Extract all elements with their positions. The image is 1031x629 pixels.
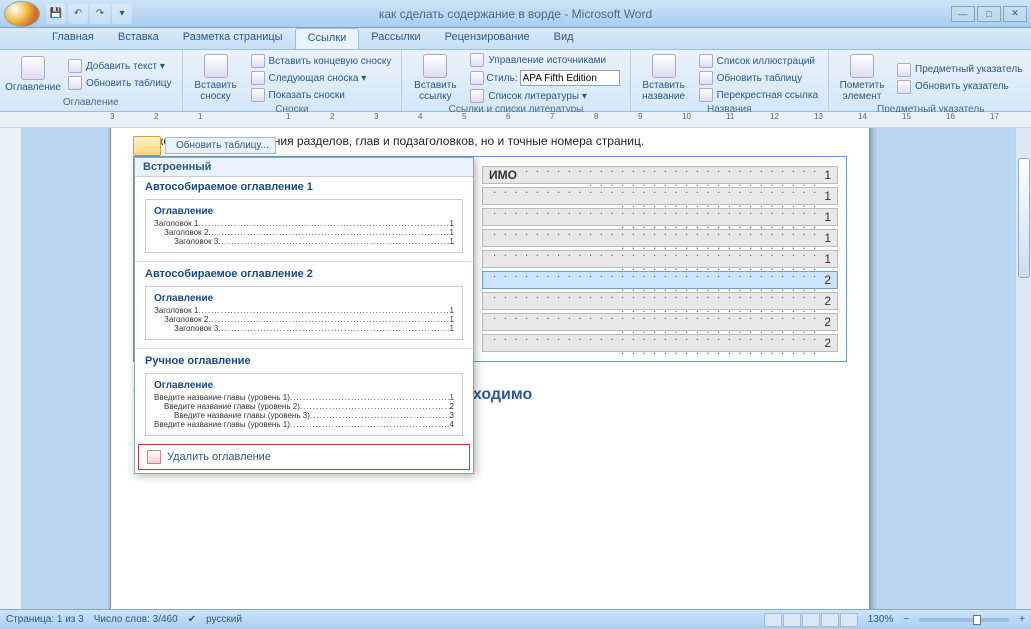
group-footnotes: Вставить сноску Вставить концевую сноску… (183, 50, 403, 111)
update-index-button[interactable]: Обновить указатель (893, 79, 1026, 95)
update-icon (68, 76, 82, 90)
toc-button[interactable]: Оглавление (6, 52, 60, 97)
group-citations: Вставить ссылку Управление источниками С… (402, 50, 630, 111)
remove-toc-item[interactable]: Удалить оглавление (138, 444, 470, 470)
office-button[interactable] (4, 1, 40, 27)
zoom-in-button[interactable]: + (1019, 614, 1025, 625)
toc-entry[interactable]: . . . . . . . . . . . . . . . . . . . . … (482, 334, 838, 352)
add-text-icon (68, 59, 82, 73)
horizontal-ruler[interactable]: 3211234567891011121314151617 (0, 112, 1031, 128)
document-page[interactable]: только актуальные названия разделов, гла… (110, 128, 870, 609)
tab-Рассылки[interactable]: Рассылки (359, 28, 432, 49)
gallery-item-title[interactable]: Автособираемое оглавление 2 (135, 264, 473, 282)
scroll-region[interactable]: только актуальные названия разделов, гла… (22, 128, 1031, 609)
gallery-preview[interactable]: ОглавлениеЗаголовок 1...................… (145, 286, 463, 340)
save-icon[interactable]: 💾 (46, 4, 66, 24)
full-screen-view[interactable] (783, 613, 801, 627)
insert-caption-button[interactable]: Вставить название (637, 52, 691, 104)
gallery-preview[interactable]: ОглавлениеЗаголовок 1...................… (145, 199, 463, 253)
word-count[interactable]: Число слов: 3/460 (94, 614, 178, 625)
toc-handle: Обновить таблицу... (133, 135, 276, 157)
toc-field[interactable]: Обновить таблицу... Встроенный Автособир… (133, 156, 847, 362)
view-buttons (764, 613, 858, 627)
minimize-button[interactable]: — (951, 6, 975, 22)
vertical-scrollbar[interactable] (1015, 128, 1031, 609)
insert-footnote-button[interactable]: Вставить сноску (189, 52, 243, 104)
tab-Разметка страницы[interactable]: Разметка страницы (171, 28, 295, 49)
maximize-button[interactable]: □ (977, 6, 1001, 22)
next-footnote-button[interactable]: Следующая сноска ▾ (247, 70, 396, 86)
group-index: Пометить элемент Предметный указатель Об… (829, 50, 1031, 111)
zoom-level[interactable]: 130% (868, 614, 894, 625)
caption-icon (652, 54, 676, 78)
undo-icon[interactable]: ↶ (68, 4, 88, 24)
update-figures-button[interactable]: Обновить таблицу (695, 70, 822, 86)
ribbon: Оглавление Добавить текст ▾ Обновить таб… (0, 50, 1031, 112)
citation-style-input[interactable] (520, 70, 620, 86)
close-button[interactable]: ✕ (1003, 6, 1027, 22)
group-toc: Оглавление Добавить текст ▾ Обновить таб… (0, 50, 183, 111)
zoom-slider[interactable] (919, 618, 1009, 622)
vertical-ruler[interactable] (0, 128, 22, 609)
page-indicator[interactable]: Страница: 1 из 3 (6, 614, 84, 625)
manage-sources-button[interactable]: Управление источниками (466, 52, 623, 68)
language-indicator[interactable]: русский (206, 614, 242, 625)
footnote-icon (204, 54, 228, 78)
toc-menu-button[interactable] (133, 136, 161, 156)
insert-citation-button[interactable]: Вставить ссылку (408, 52, 462, 104)
citation-icon (423, 54, 447, 78)
redo-icon[interactable]: ↷ (90, 4, 110, 24)
gallery-item-title[interactable]: Автособираемое оглавление 1 (135, 177, 473, 195)
tab-Рецензирование[interactable]: Рецензирование (433, 28, 542, 49)
scrollbar-thumb[interactable] (1018, 158, 1030, 278)
remove-icon (147, 450, 161, 464)
update-toc-button[interactable]: Обновить таблицу (64, 75, 176, 91)
title-bar: 💾 ↶ ↷ ▾ как сделать содержание в ворде -… (0, 0, 1031, 28)
gallery-preview[interactable]: ОглавлениеВведите название главы (уровен… (145, 373, 463, 436)
gallery-header: Встроенный (135, 158, 473, 177)
window-title: как сделать содержание в ворде - Microso… (379, 7, 652, 21)
toc-icon (21, 56, 45, 80)
bibliography-button[interactable]: Список литературы ▾ (466, 88, 623, 104)
ribbon-tabs: ГлавнаяВставкаРазметка страницыСсылкиРас… (0, 28, 1031, 50)
group-captions: Вставить название Список иллюстраций Обн… (631, 50, 829, 111)
show-footnotes-button[interactable]: Показать сноски (247, 87, 396, 103)
insert-endnote-button[interactable]: Вставить концевую сноску (247, 53, 396, 69)
document-area: только актуальные названия разделов, гла… (0, 128, 1031, 609)
proofing-icon[interactable]: ✔ (188, 614, 196, 625)
table-of-figures-button[interactable]: Список иллюстраций (695, 53, 822, 69)
quick-access-toolbar: 💾 ↶ ↷ ▾ (46, 4, 132, 24)
mark-entry-button[interactable]: Пометить элемент (835, 52, 889, 104)
gallery-item-title[interactable]: Ручное оглавление (135, 351, 473, 369)
tab-Ссылки[interactable]: Ссылки (295, 28, 360, 49)
tab-Главная[interactable]: Главная (40, 28, 106, 49)
outline-view[interactable] (821, 613, 839, 627)
toc-gallery-dropdown: Встроенный Автособираемое оглавление 1 Ог… (134, 157, 474, 474)
web-layout-view[interactable] (802, 613, 820, 627)
status-bar: Страница: 1 из 3 Число слов: 3/460 ✔ рус… (0, 609, 1031, 629)
tab-Вид[interactable]: Вид (542, 28, 586, 49)
add-text-button[interactable]: Добавить текст ▾ (64, 58, 176, 74)
zoom-out-button[interactable]: − (903, 614, 909, 625)
toc-entries: ИМО. . . . . . . . . . . . . . . . . . .… (474, 157, 846, 361)
tab-Вставка[interactable]: Вставка (106, 28, 171, 49)
draft-view[interactable] (840, 613, 858, 627)
toc-update-button[interactable]: Обновить таблицу... (165, 137, 276, 154)
qat-customize-icon[interactable]: ▾ (112, 4, 132, 24)
print-layout-view[interactable] (764, 613, 782, 627)
cross-reference-button[interactable]: Перекрестная ссылка (695, 87, 822, 103)
mark-entry-icon (850, 54, 874, 78)
citation-style-combo[interactable]: Стиль: (466, 69, 623, 87)
insert-index-button[interactable]: Предметный указатель (893, 62, 1026, 78)
zoom-thumb[interactable] (973, 615, 981, 625)
